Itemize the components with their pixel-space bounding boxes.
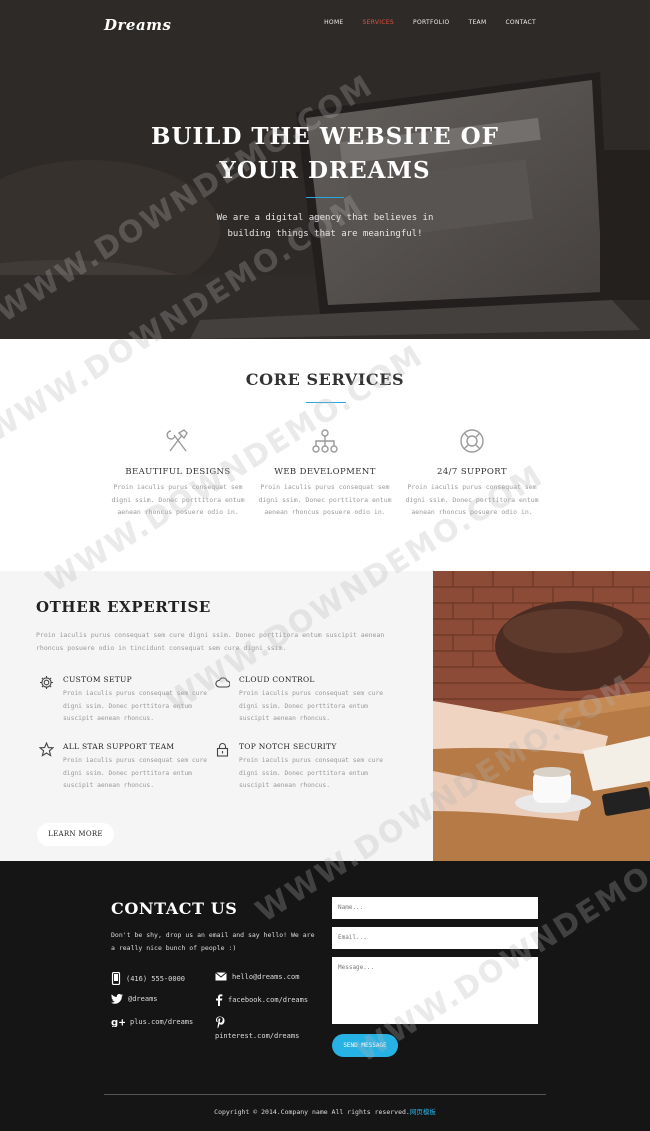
contact-email[interactable]: hello@dreams.com <box>215 972 299 981</box>
contact-pinterest[interactable]: pinterest.com/dreams <box>215 1016 299 1040</box>
facebook-icon <box>216 994 223 1006</box>
contact-gplus-text: plus.com/dreams <box>130 1017 194 1026</box>
feature-title: CLOUD CONTROL <box>239 675 315 684</box>
contact-facebook[interactable]: facebook.com/dreams <box>215 994 308 1006</box>
core-services-section: CORE SERVICES BEAUTIFUL DESIGNS Proin ia… <box>0 339 650 571</box>
core-services-title: CORE SERVICES <box>245 370 405 389</box>
contact-title: CONTACT US <box>111 899 238 918</box>
brand-logo[interactable]: Dreams <box>104 16 172 34</box>
twitter-icon <box>111 994 123 1004</box>
lifebuoy-icon <box>460 429 484 453</box>
phone-icon <box>111 972 121 985</box>
service-title: 24/7 SUPPORT <box>437 467 507 477</box>
feature-cloud-control: CLOUD CONTROL Proin iaculis purus conseq… <box>215 675 399 726</box>
feature-text: Proin iaculis purus consequat sem cure d… <box>63 757 208 789</box>
send-message-button[interactable]: SEND MESSAGE <box>332 1034 398 1057</box>
cloud-icon <box>215 677 230 688</box>
contact-phone-text: (416) 555-0000 <box>126 974 186 983</box>
contact-phone: (416) 555-0000 <box>111 972 185 985</box>
feature-title: CUSTOM SETUP <box>63 675 132 684</box>
service-title: WEB DEVELOPMENT <box>274 467 376 477</box>
hero-title-line2: YOUR DREAMS <box>219 157 431 184</box>
tools-icon <box>166 429 188 452</box>
expertise-photo <box>433 571 650 861</box>
nav-item-team[interactable]: TEAM <box>469 19 487 26</box>
contact-section: CONTACT US Don't be shy, drop us an emai… <box>0 861 650 1131</box>
desk-photo-image <box>433 571 650 861</box>
service-support: 24/7 SUPPORT Proin iaculis purus consequ… <box>402 427 542 519</box>
footer-link[interactable]: 网页模板 <box>410 1108 436 1116</box>
contact-email-text: hello@dreams.com <box>232 972 300 981</box>
nav-item-portfolio[interactable]: PORTFOLIO <box>413 19 449 26</box>
feature-text: Proin iaculis purus consequat sem cure d… <box>239 757 384 789</box>
hero-divider <box>306 197 344 198</box>
message-textarea[interactable]: Message... <box>332 957 538 1024</box>
google-plus-icon: g+ <box>111 1018 125 1028</box>
feature-custom-setup: CUSTOM SETUP Proin iaculis purus consequ… <box>40 675 223 726</box>
expertise-title: OTHER EXPERTISE <box>36 598 211 616</box>
contact-gplus[interactable]: g+ plus.com/dreams <box>111 1016 194 1028</box>
feature-support-team: ALL STAR SUPPORT TEAM Proin iaculis puru… <box>39 742 223 793</box>
service-beautiful-designs: BEAUTIFUL DESIGNS Proin iaculis purus co… <box>108 427 248 519</box>
email-input[interactable]: Email... <box>332 927 538 949</box>
envelope-icon <box>215 972 227 981</box>
contact-twitter-text: @dreams <box>128 995 158 1003</box>
service-text: Proin iaculis purus consequat sem digni … <box>405 483 539 516</box>
hero-title-line1: BUILD THE WEBSITE OF <box>151 123 499 150</box>
service-title: BEAUTIFUL DESIGNS <box>125 467 231 477</box>
name-input[interactable]: Name... <box>332 897 538 919</box>
copyright-text: Copyright © 2014.Company name All rights… <box>214 1108 410 1116</box>
lock-icon <box>216 743 229 757</box>
svg-text:g+: g+ <box>111 1018 125 1028</box>
sitemap-icon <box>312 429 338 453</box>
contact-pinterest-text: pinterest.com/dreams <box>215 1032 300 1040</box>
footer-divider <box>104 1094 546 1095</box>
feature-text: Proin iaculis purus consequat sem cure d… <box>239 690 384 722</box>
service-web-development: WEB DEVELOPMENT Proin iaculis purus cons… <box>255 427 395 519</box>
hero-title: BUILD THE WEBSITE OF YOUR DREAMS <box>0 120 650 188</box>
pinterest-icon <box>216 1016 225 1029</box>
feature-security: TOP NOTCH SECURITY Proin iaculis purus c… <box>216 742 399 793</box>
core-services-divider <box>306 402 346 403</box>
hero-subtitle: We are a digital agency that believes in… <box>0 210 650 242</box>
nav-item-services[interactable]: SERVICES <box>363 19 395 26</box>
hero-subtitle-line2: building things that are meaningful! <box>227 229 423 239</box>
star-icon <box>39 742 54 757</box>
feature-title: ALL STAR SUPPORT TEAM <box>63 742 175 751</box>
hero-section: Dreams HOME SERVICES PORTFOLIO TEAM CONT… <box>0 0 650 339</box>
learn-more-button[interactable]: LEARN MORE <box>37 823 114 846</box>
main-nav: HOME SERVICES PORTFOLIO TEAM CONTACT <box>305 19 536 26</box>
expertise-intro: Proin iaculis purus consequat sem cure d… <box>36 631 385 652</box>
nav-item-contact[interactable]: CONTACT <box>505 19 536 26</box>
gear-icon <box>40 676 53 689</box>
nav-item-home[interactable]: HOME <box>324 19 343 26</box>
feature-title: TOP NOTCH SECURITY <box>239 742 337 751</box>
other-expertise-section: OTHER EXPERTISE Proin iaculis purus cons… <box>0 571 433 861</box>
feature-text: Proin iaculis purus consequat sem cure d… <box>63 690 208 722</box>
contact-facebook-text: facebook.com/dreams <box>228 996 309 1004</box>
hero-subtitle-line1: We are a digital agency that believes in <box>216 213 434 223</box>
service-text: Proin iaculis purus consequat sem digni … <box>258 483 392 516</box>
contact-twitter[interactable]: @dreams <box>111 994 158 1004</box>
footer-copyright: Copyright © 2014.Company name All rights… <box>0 1106 650 1116</box>
contact-intro: Don't be shy, drop us an email and say h… <box>111 931 315 952</box>
service-text: Proin iaculis purus consequat sem digni … <box>111 483 245 516</box>
